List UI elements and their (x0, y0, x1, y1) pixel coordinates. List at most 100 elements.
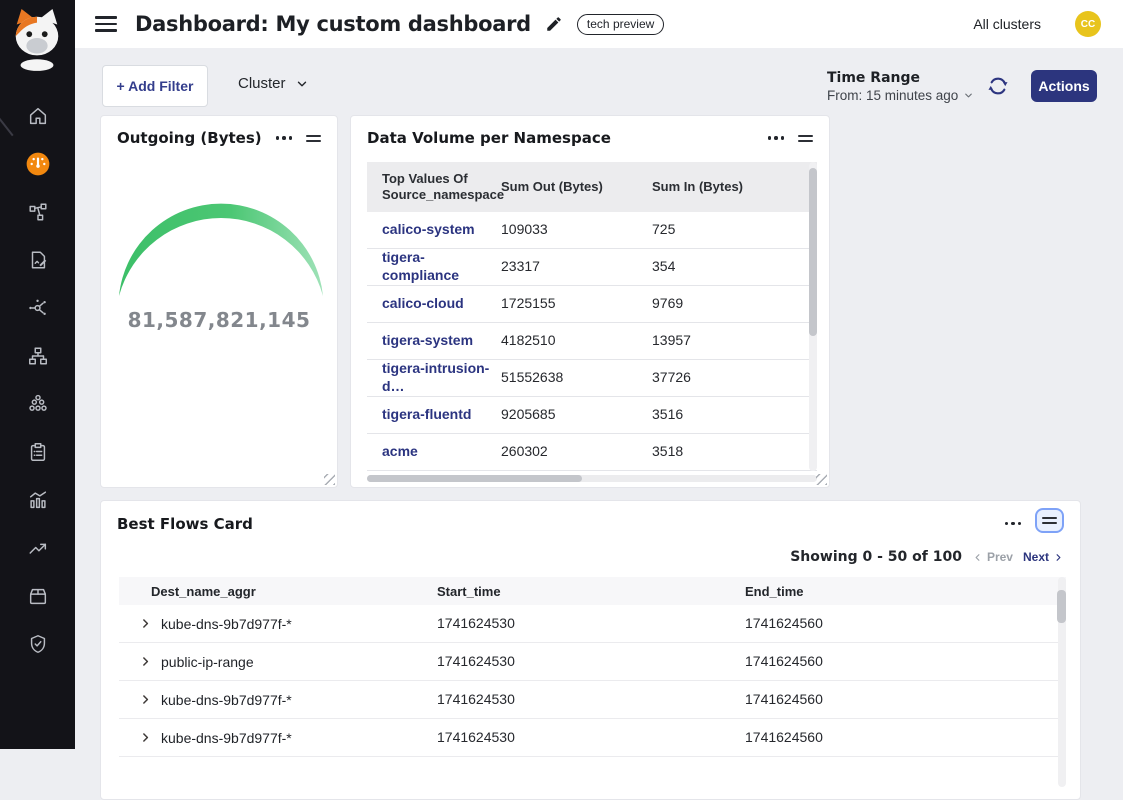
tech-preview-badge: tech preview (577, 14, 664, 35)
namespace-table-header: Top Values Of Source_namespace Sum Out (… (367, 162, 817, 212)
sidebar-item-home[interactable] (0, 92, 75, 140)
sum-out-value: 51552638 (501, 369, 563, 385)
sidebar-item-security[interactable] (0, 620, 75, 668)
namespace-link[interactable]: tigera-system (382, 332, 473, 348)
actions-button[interactable]: Actions (1031, 70, 1097, 102)
chevron-down-icon (295, 77, 309, 91)
prev-label: Prev (987, 550, 1013, 564)
pagination-status: Showing 0 - 50 of 100 (790, 549, 962, 565)
edit-dashboard-button[interactable] (545, 14, 565, 34)
end-time: 1741624560 (745, 653, 823, 669)
time-range-control: Time Range From: 15 minutes ago (827, 70, 974, 103)
card-drag-handle-focused[interactable] (1035, 508, 1064, 533)
sidebar-item-flow-visualizations[interactable] (0, 284, 75, 332)
trending-up-icon (27, 537, 49, 559)
pagination: Showing 0 - 50 of 100 Prev Next (790, 549, 1064, 565)
outgoing-bytes-card: Outgoing (Bytes) 81,587,821,145 (100, 115, 338, 488)
calico-cat-logo[interactable] (8, 6, 66, 74)
time-range-value[interactable]: From: 15 minutes ago (827, 88, 974, 103)
column-header: Sum In (Bytes) (652, 179, 817, 195)
vertical-scrollbar-thumb[interactable] (1057, 590, 1066, 623)
horizontal-scrollbar-track[interactable] (367, 475, 817, 482)
table-row: public-ip-range 1741624530 1741624560 (119, 643, 1066, 681)
sum-in-value: 725 (652, 221, 675, 237)
flow-visualization-icon (27, 297, 49, 319)
start-time: 1741624530 (437, 653, 515, 669)
namespace-link[interactable]: calico-system (382, 221, 475, 237)
vertical-scrollbar-thumb[interactable] (809, 168, 817, 336)
table-row: kube-dns-9b7d977f-* 1741624530 174162456… (119, 681, 1066, 719)
expand-row-button[interactable] (139, 693, 153, 707)
table-row: calico-system 109033 725 (367, 212, 817, 249)
sidebar-item-compliance[interactable] (0, 428, 75, 476)
refresh-button[interactable] (987, 75, 1009, 97)
best-flows-card: Best Flows Card Showing 0 - 50 of 100 Pr… (100, 500, 1081, 800)
sitemap-icon (27, 345, 49, 367)
table-row: calico-cloud 1725155 9769 (367, 286, 817, 323)
sidebar-item-workloads[interactable] (0, 572, 75, 620)
namespace-card-header: Data Volume per Namespace (351, 116, 829, 147)
start-time: 1741624530 (437, 691, 515, 707)
sidebar-item-statistics[interactable] (0, 476, 75, 524)
namespace-link[interactable]: acme (382, 443, 418, 459)
cat-logo-icon (8, 6, 66, 72)
sum-out-value: 4182510 (501, 332, 556, 348)
expand-row-button[interactable] (139, 731, 153, 745)
namespace-link[interactable]: tigera-compliance (382, 249, 459, 283)
next-page-button[interactable]: Next (1023, 550, 1064, 564)
hamburger-menu-button[interactable] (95, 16, 117, 32)
column-header: Sum Out (Bytes) (501, 179, 652, 195)
column-header: Dest_name_aggr (119, 584, 437, 599)
horizontal-scrollbar-thumb[interactable] (367, 475, 582, 482)
flows-card-title: Best Flows Card (117, 515, 1005, 533)
sidebar-item-policies[interactable] (0, 236, 75, 284)
card-resize-grip[interactable] (324, 474, 335, 485)
card-drag-handle[interactable] (306, 135, 321, 142)
cluster-dropdown-label: Cluster (238, 75, 286, 92)
table-row: tigera-intrusion-d… 51552638 37726 (367, 360, 817, 397)
table-row: tigera-fluentd 9205685 3516 (367, 397, 817, 434)
card-menu-button[interactable] (768, 136, 785, 140)
gauge-value: 81,587,821,145 (101, 308, 337, 332)
end-time: 1741624560 (745, 729, 823, 745)
sidebar (0, 0, 75, 749)
chevron-right-icon (139, 693, 152, 706)
flows-table: Dest_name_aggr Start_time End_time kube-… (119, 577, 1066, 757)
chevron-left-icon (972, 552, 983, 563)
chevron-right-icon (139, 617, 152, 630)
sidebar-item-endpoints[interactable] (0, 332, 75, 380)
card-menu-button[interactable] (1005, 522, 1022, 526)
chevron-right-icon (1053, 552, 1064, 563)
sidebar-item-dashboard-active[interactable] (0, 140, 75, 188)
flows-table-header: Dest_name_aggr Start_time End_time (119, 577, 1066, 605)
sum-in-value: 3518 (652, 443, 683, 459)
add-filter-button[interactable]: + Add Filter (102, 65, 208, 107)
sidebar-item-clusters[interactable] (0, 380, 75, 428)
sum-in-value: 3516 (652, 406, 683, 422)
table-row: acme 260302 3518 (367, 434, 817, 471)
cluster-scope-selector[interactable]: All clusters (973, 16, 1041, 32)
chevron-right-icon (139, 655, 152, 668)
prev-page-button[interactable]: Prev (972, 550, 1013, 564)
sum-out-value: 23317 (501, 258, 540, 274)
service-graph-icon (27, 201, 49, 223)
namespace-link[interactable]: tigera-fluentd (382, 406, 471, 422)
namespace-link[interactable]: tigera-intrusion-d… (382, 360, 489, 394)
cluster-dropdown[interactable]: Cluster (238, 75, 309, 92)
time-range-value-text: From: 15 minutes ago (827, 88, 958, 103)
user-avatar[interactable]: CC (1075, 11, 1101, 37)
next-label: Next (1023, 550, 1049, 564)
home-icon (27, 105, 49, 127)
card-menu-button[interactable] (276, 136, 293, 140)
expand-row-button[interactable] (139, 617, 153, 631)
namespace-link[interactable]: calico-cloud (382, 295, 464, 311)
expand-row-button[interactable] (139, 655, 153, 669)
sidebar-item-service-graph[interactable] (0, 188, 75, 236)
sum-in-value: 354 (652, 258, 675, 274)
sidebar-item-trends[interactable] (0, 524, 75, 572)
end-time: 1741624560 (745, 691, 823, 707)
dest-name: kube-dns-9b7d977f-* (161, 730, 292, 746)
card-drag-handle[interactable] (798, 135, 813, 142)
card-resize-grip[interactable] (816, 474, 827, 485)
shield-check-icon (27, 633, 49, 655)
